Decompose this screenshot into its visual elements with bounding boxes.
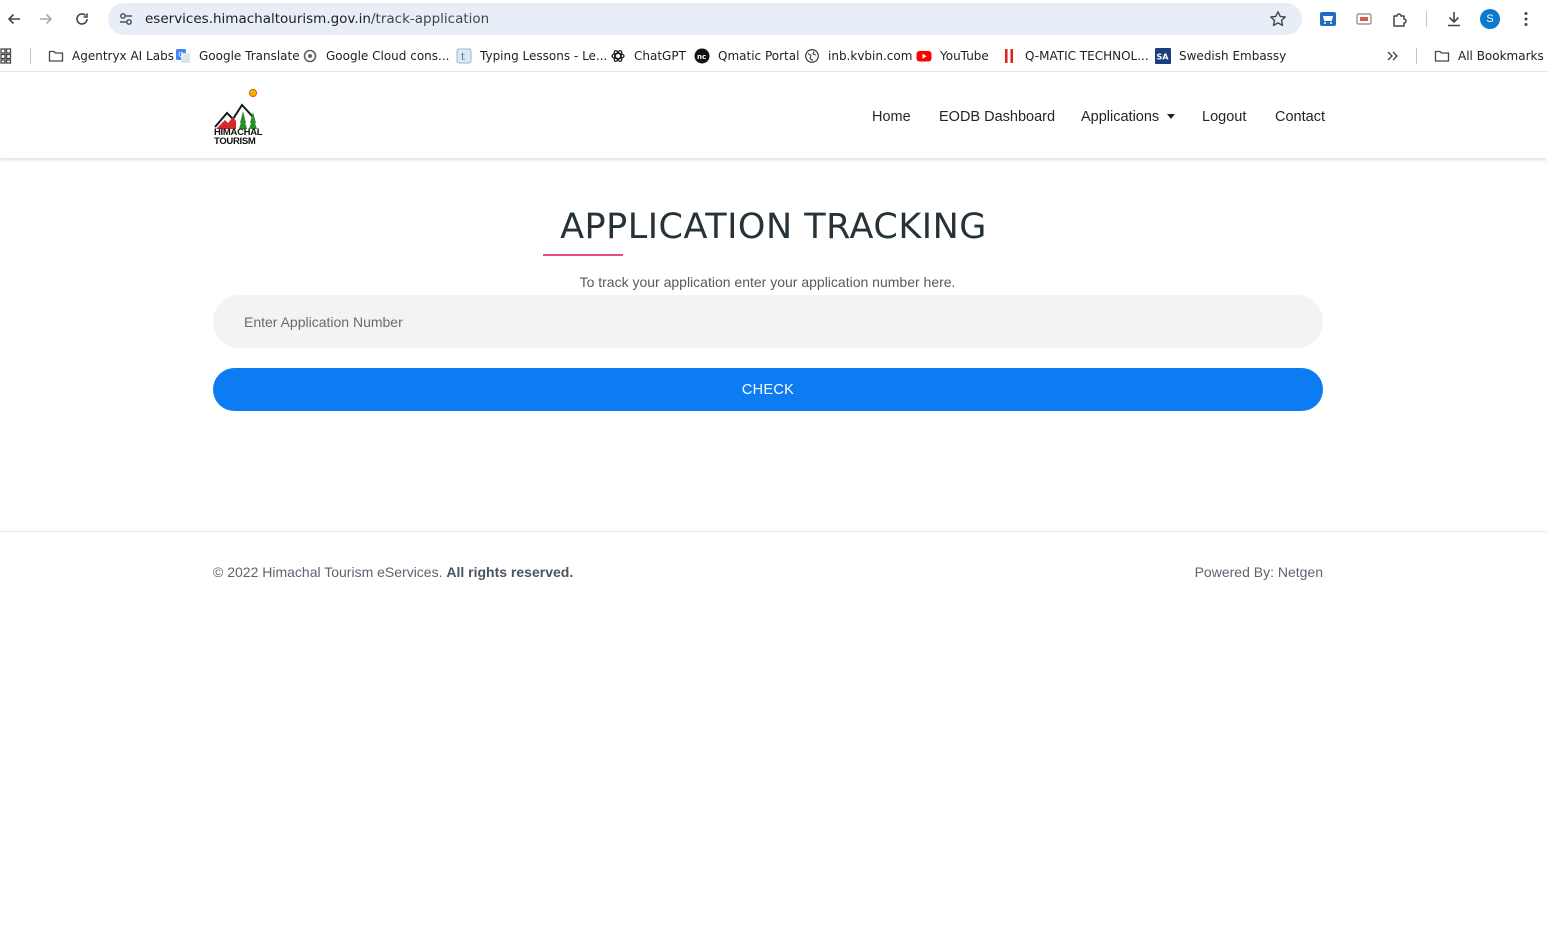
tracking-instructions: To track your application enter your app… bbox=[579, 274, 956, 290]
bookmark-agentryx[interactable]: Agentryx AI Labs bbox=[48, 47, 174, 65]
toolbar-divider bbox=[1426, 11, 1427, 27]
bookmark-label: Qmatic Portal bbox=[718, 49, 800, 63]
bookmark-label: YouTube bbox=[940, 49, 989, 63]
page-title: APPLICATION TRACKING bbox=[560, 207, 987, 247]
nav-home[interactable]: Home bbox=[872, 109, 911, 125]
youtube-icon bbox=[916, 48, 932, 64]
bookmark-qmatic-portal[interactable]: nc Qmatic Portal bbox=[694, 47, 799, 65]
himachal-tourism-logo[interactable]: HIMACHAL TOURISM bbox=[213, 87, 275, 149]
bookmark-google-cloud[interactable]: Google Cloud cons... bbox=[302, 47, 449, 65]
qmatic-icon: nc bbox=[694, 48, 710, 64]
nav-applications-dropdown[interactable]: Applications bbox=[1081, 109, 1176, 125]
swedish-embassy-icon: SA bbox=[1155, 48, 1171, 64]
rights-text: All rights reserved. bbox=[446, 564, 574, 580]
bookmarks-divider bbox=[30, 48, 31, 64]
folder-icon bbox=[48, 48, 64, 64]
bookmark-qmatic-technol[interactable]: Q-MATIC TECHNOL... bbox=[1001, 47, 1149, 65]
back-icon[interactable] bbox=[0, 5, 28, 33]
cart-extension-icon[interactable] bbox=[1314, 5, 1342, 33]
address-bar[interactable]: eservices.himachaltourism.gov.in/track-a… bbox=[108, 3, 1302, 35]
bookmarks-bar: Agentryx AI Labs G Google Translate Goog… bbox=[0, 40, 1547, 72]
check-button[interactable]: CHECK bbox=[213, 368, 1323, 411]
footer-powered-by: Powered By: Netgen bbox=[1194, 564, 1323, 580]
svg-text:G: G bbox=[178, 51, 183, 59]
extensions-puzzle-icon[interactable] bbox=[1386, 5, 1414, 33]
chatgpt-icon bbox=[610, 48, 626, 64]
bookmark-kvbin[interactable]: inb.kvbin.com bbox=[804, 47, 912, 65]
all-bookmarks-label: All Bookmarks bbox=[1458, 49, 1544, 63]
bookmark-chatgpt[interactable]: ChatGPT bbox=[610, 47, 686, 65]
nav-contact[interactable]: Contact bbox=[1275, 109, 1325, 125]
nav-eodb-dashboard[interactable]: EODB Dashboard bbox=[939, 109, 1055, 125]
more-bookmarks-chevron-icon[interactable] bbox=[1386, 47, 1400, 65]
bookmark-typing-lessons[interactable]: t Typing Lessons - Le... bbox=[456, 47, 607, 65]
caret-down-icon bbox=[1167, 113, 1176, 119]
site-info-icon[interactable] bbox=[116, 9, 136, 29]
site-header: HIMACHAL TOURISM Home EODB Dashboard App… bbox=[0, 77, 1547, 158]
application-number-input[interactable] bbox=[213, 295, 1323, 348]
forward-icon[interactable] bbox=[32, 5, 60, 33]
svg-text:SA: SA bbox=[1157, 53, 1170, 62]
browser-toolbar: eservices.himachaltourism.gov.in/track-a… bbox=[0, 0, 1547, 38]
browser-menu-icon[interactable] bbox=[1512, 5, 1540, 33]
title-underline bbox=[543, 254, 623, 256]
apps-grid-icon[interactable] bbox=[0, 47, 16, 65]
globe-icon bbox=[804, 48, 820, 64]
all-bookmarks-button[interactable]: All Bookmarks bbox=[1434, 47, 1544, 65]
bookmark-label: Q-MATIC TECHNOL... bbox=[1025, 49, 1149, 63]
bookmark-swedish-embassy[interactable]: SA Swedish Embassy bbox=[1155, 47, 1286, 65]
profile-avatar[interactable]: S bbox=[1480, 9, 1500, 29]
url-host: eservices.himachaltourism.gov.in bbox=[145, 11, 371, 27]
svg-text:t: t bbox=[461, 52, 465, 63]
cast-extension-icon[interactable] bbox=[1350, 5, 1378, 33]
reload-icon[interactable] bbox=[68, 5, 96, 33]
logo-text-tourism: TOURISM bbox=[214, 136, 256, 147]
svg-text:nc: nc bbox=[697, 53, 706, 61]
qmatic-tech-icon bbox=[1001, 48, 1017, 64]
bookmark-label: ChatGPT bbox=[634, 49, 686, 63]
nav-logout[interactable]: Logout bbox=[1202, 109, 1246, 125]
bookmark-youtube[interactable]: YouTube bbox=[916, 47, 989, 65]
bookmark-star-icon[interactable] bbox=[1268, 9, 1288, 29]
copyright-text: © 2022 Himachal Tourism eServices. bbox=[213, 564, 443, 580]
bookmark-google-translate[interactable]: G Google Translate bbox=[175, 47, 300, 65]
downloads-icon[interactable] bbox=[1440, 5, 1468, 33]
typing-icon: t bbox=[456, 48, 472, 64]
bookmark-label: Typing Lessons - Le... bbox=[480, 49, 608, 63]
google-cloud-icon bbox=[302, 48, 318, 64]
bookmark-label: Swedish Embassy bbox=[1179, 49, 1287, 63]
bookmark-label: Google Translate bbox=[199, 49, 300, 63]
bookmark-label: inb.kvbin.com bbox=[828, 49, 913, 63]
folder-icon bbox=[1434, 48, 1450, 64]
nav-applications-label: Applications bbox=[1081, 109, 1160, 125]
google-translate-icon: G bbox=[175, 48, 191, 64]
url-text: eservices.himachaltourism.gov.in/track-a… bbox=[145, 11, 489, 27]
bookmark-label: Google Cloud cons... bbox=[326, 49, 450, 63]
footer-divider bbox=[0, 531, 1547, 532]
url-path: /track-application bbox=[370, 11, 490, 27]
bookmarks-divider-right bbox=[1416, 48, 1417, 64]
bookmark-label: Agentryx AI Labs bbox=[72, 49, 174, 63]
footer-copyright: © 2022 Himachal Tourism eServices. All r… bbox=[213, 564, 573, 580]
